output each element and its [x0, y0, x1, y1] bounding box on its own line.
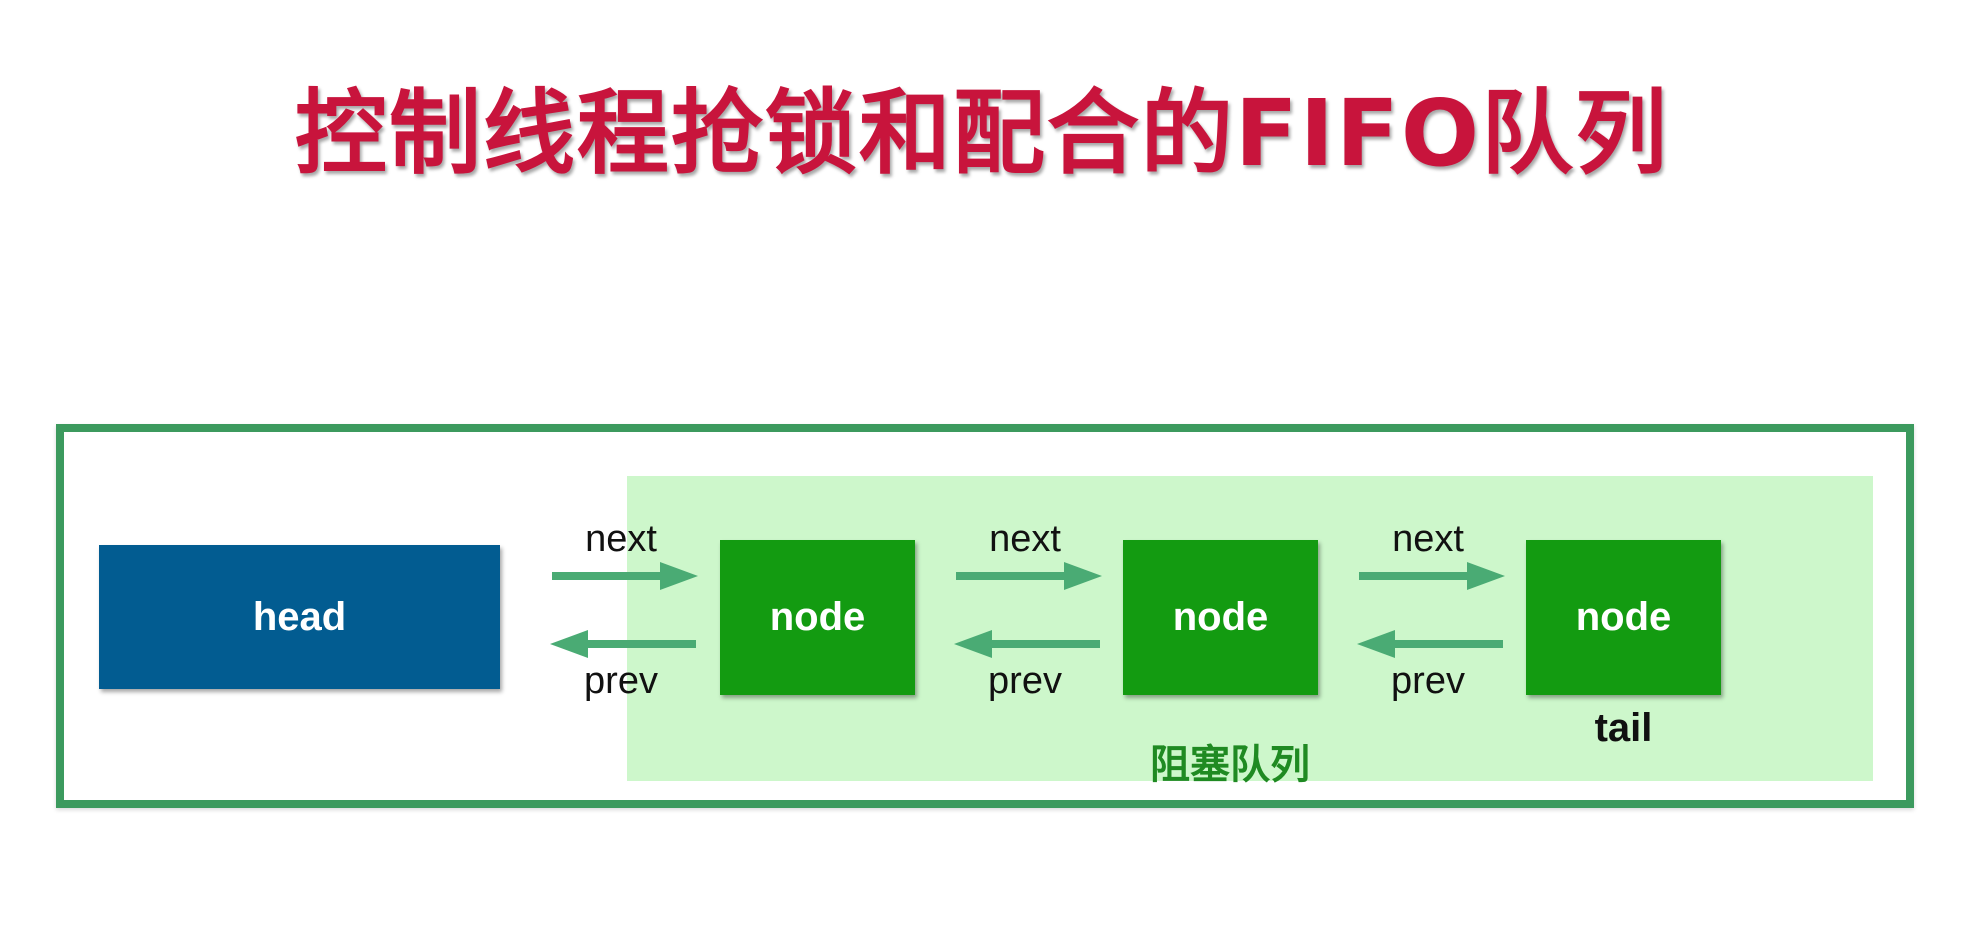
- next-arrow-3: [1359, 562, 1505, 590]
- prev-label-1: prev: [584, 660, 658, 702]
- tail-label: tail: [1594, 706, 1653, 750]
- next-label-2: next: [989, 518, 1061, 560]
- page-title: 控制线程抢锁和配合的FIFO队列: [294, 80, 1670, 187]
- next-arrow-1: [552, 562, 698, 590]
- prev-arrow-1: [550, 630, 696, 658]
- head-box: head: [99, 545, 500, 689]
- next-arrow-2: [956, 562, 1102, 590]
- next-label-1: next: [585, 518, 657, 560]
- node-box-2: node: [1123, 540, 1318, 695]
- prev-label-2: prev: [988, 660, 1062, 702]
- node-box-1: node: [720, 540, 915, 695]
- node-box-3: node: [1526, 540, 1721, 695]
- blocking-queue-label: 阻塞队列: [1150, 742, 1310, 788]
- next-label-3: next: [1392, 518, 1464, 560]
- prev-label-3: prev: [1391, 660, 1465, 702]
- prev-arrow-2: [954, 630, 1100, 658]
- prev-arrow-3: [1357, 630, 1503, 658]
